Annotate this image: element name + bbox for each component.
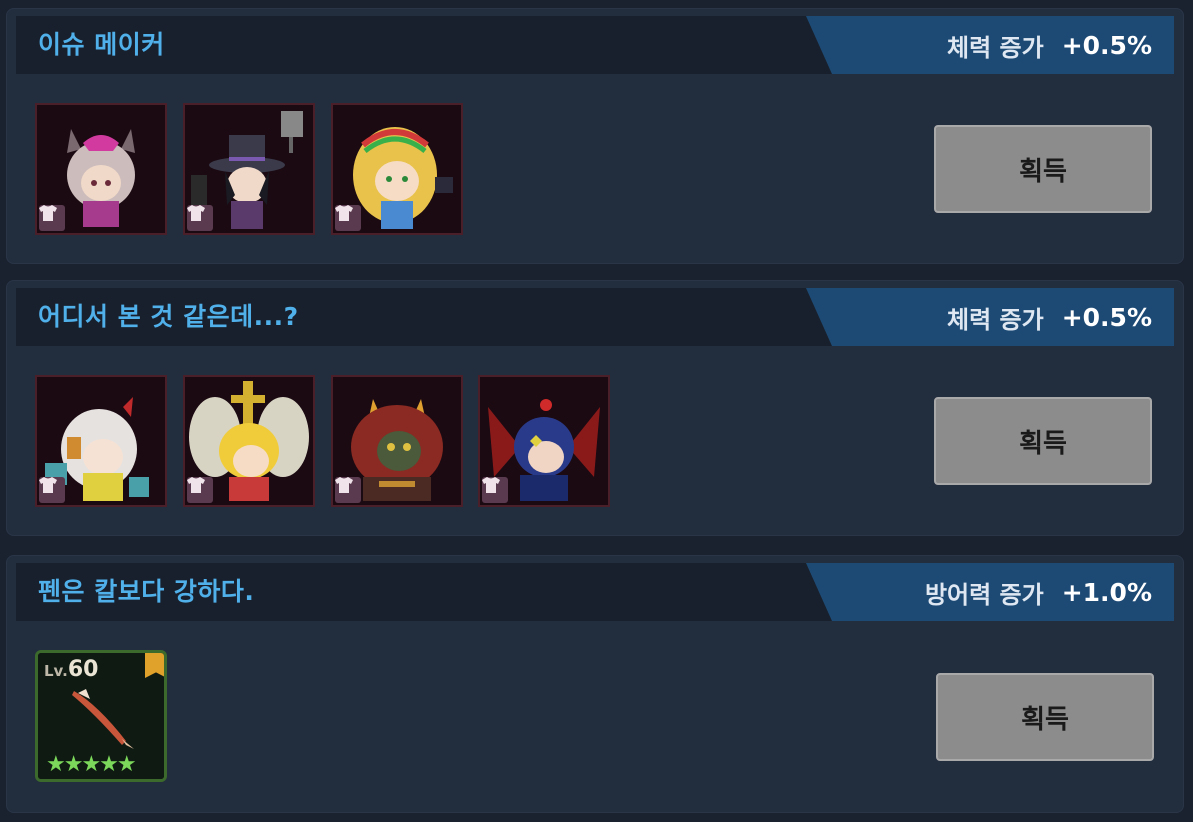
weapon-reward-item[interactable]: Lv.60 ★★★★★ xyxy=(35,650,167,782)
costume-reward-item[interactable] xyxy=(183,375,315,507)
shirt-icon xyxy=(39,205,65,231)
achievement-panel-2: 어디서 본 것 같은데...? 체력 증가 +0.5% 획득 xyxy=(6,280,1184,536)
bonus-banner: 체력 증가 +0.5% xyxy=(806,16,1174,74)
bonus-banner: 방어력 증가 +1.0% xyxy=(806,563,1174,621)
achievement-panel-1: 이슈 메이커 체력 증가 +0.5% 획득 xyxy=(6,8,1184,264)
costume-reward-item[interactable] xyxy=(478,375,610,507)
shirt-icon xyxy=(335,477,361,503)
bonus-banner: 체력 증가 +0.5% xyxy=(806,288,1174,346)
acquire-button[interactable]: 획득 xyxy=(936,673,1154,761)
bonus-stat: 방어력 증가 xyxy=(924,580,1044,609)
weapon-level: Lv.60 xyxy=(44,657,99,682)
achievement-header: 어디서 본 것 같은데...? 체력 증가 +0.5% xyxy=(16,288,1174,346)
achievement-title: 펜은 칼보다 강하다. xyxy=(38,577,255,606)
costume-reward-item[interactable] xyxy=(35,375,167,507)
bonus-value: +0.5% xyxy=(1061,302,1152,332)
bonus-stat: 체력 증가 xyxy=(947,33,1044,62)
bonus-value: +0.5% xyxy=(1061,30,1152,60)
achievement-header: 이슈 메이커 체력 증가 +0.5% xyxy=(16,16,1174,74)
achievement-header: 펜은 칼보다 강하다. 방어력 증가 +1.0% xyxy=(16,563,1174,621)
bonus-value: +1.0% xyxy=(1061,577,1152,607)
costume-reward-item[interactable] xyxy=(331,375,463,507)
achievement-title: 이슈 메이커 xyxy=(38,30,165,59)
acquire-button[interactable]: 획득 xyxy=(934,125,1152,213)
costume-reward-item[interactable] xyxy=(183,103,315,235)
shirt-icon xyxy=(482,477,508,503)
shirt-icon xyxy=(335,205,361,231)
costume-reward-item[interactable] xyxy=(35,103,167,235)
achievement-title: 어디서 본 것 같은데...? xyxy=(38,302,299,331)
bonus-stat: 체력 증가 xyxy=(947,305,1044,334)
acquire-button[interactable]: 획득 xyxy=(934,397,1152,485)
shirt-icon xyxy=(187,205,213,231)
achievement-panel-3: 펜은 칼보다 강하다. 방어력 증가 +1.0% Lv.60 ★★★★★ 획득 xyxy=(6,555,1184,813)
shirt-icon xyxy=(187,477,213,503)
shirt-icon xyxy=(39,477,65,503)
star-rating: ★★★★★ xyxy=(46,752,137,777)
costume-reward-item[interactable] xyxy=(331,103,463,235)
